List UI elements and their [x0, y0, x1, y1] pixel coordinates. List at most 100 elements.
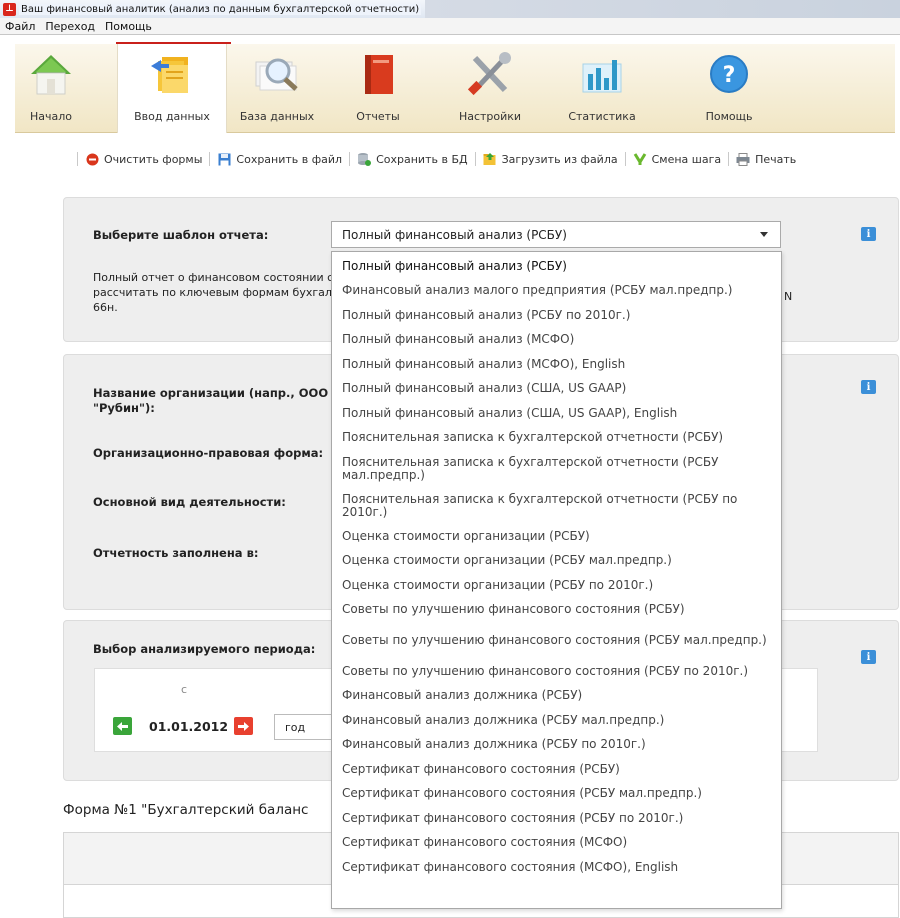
menu-file[interactable]: Файл: [0, 20, 40, 33]
template-label: Выберите шаблон отчета:: [93, 228, 269, 242]
toolbar-separator: [209, 152, 211, 166]
ribbon: Начало Ввод данных База данных Отчеты На…: [15, 44, 895, 133]
tools-icon: [465, 52, 515, 96]
period-from-label: с: [181, 683, 188, 696]
template-description-line3: 66н.: [93, 301, 118, 314]
toolbar-separator: [474, 152, 476, 166]
ribbon-label-reports: Отчеты: [356, 110, 400, 123]
database-save-icon: [357, 152, 372, 166]
template-description-tail: N: [784, 290, 793, 303]
ribbon-label-statistics: Статистика: [568, 110, 636, 123]
filled-in-label: Отчетность заполнена в:: [93, 546, 259, 560]
ribbon-data-entry[interactable]: Ввод данных: [117, 44, 227, 133]
save-file-button[interactable]: Сохранить в файл: [217, 152, 342, 166]
ribbon-label-home: Начало: [29, 110, 72, 123]
period-date: 01.01.2012: [149, 719, 229, 734]
dropdown-option[interactable]: Полный финансовый анализ (США, US GAAP): [332, 377, 781, 402]
ribbon-reports[interactable]: Отчеты: [343, 44, 413, 133]
database-search-icon: [252, 52, 302, 96]
org-info-icon[interactable]: i: [861, 380, 876, 394]
template-select[interactable]: Полный финансовый анализ (РСБУ): [331, 221, 781, 248]
dropdown-option[interactable]: Финансовый анализ должника (РСБУ мал.пре…: [332, 708, 781, 733]
toolbar-separator: [624, 152, 626, 166]
clear-forms-button[interactable]: Очистить формы: [85, 152, 202, 166]
save-db-label: Сохранить в БД: [376, 152, 468, 166]
change-step-label: Смена шага: [651, 152, 722, 166]
ribbon-label-settings: Настройки: [458, 110, 522, 123]
ribbon-label-help: Помощь: [705, 110, 753, 123]
dropdown-option[interactable]: Сертификат финансового состояния (РСБУ п…: [332, 806, 781, 831]
period-prev-button[interactable]: [113, 717, 132, 735]
print-label: Печать: [755, 152, 797, 166]
dropdown-option[interactable]: Полный финансовый анализ (РСБУ): [332, 254, 781, 279]
period-step-value: год: [285, 721, 306, 734]
toolbar-separator: [77, 152, 78, 166]
dropdown-option[interactable]: Сертификат финансового состояния (РСБУ м…: [332, 782, 781, 807]
home-icon: [26, 52, 76, 96]
template-info-icon[interactable]: i: [861, 227, 876, 241]
template-select-value: Полный финансовый анализ (РСБУ): [342, 228, 567, 242]
printer-icon: [736, 152, 750, 166]
dropdown-option[interactable]: Советы по улучшению финансового состояни…: [332, 659, 781, 684]
template-description-line2: рассчитать по ключевым формам бухгал: [93, 286, 332, 299]
period-info-icon[interactable]: i: [861, 650, 876, 664]
statistics-icon: [577, 52, 627, 96]
dropdown-option[interactable]: Советы по улучшению финансового состояни…: [332, 622, 781, 659]
dropdown-option[interactable]: Полный финансовый анализ (США, US GAAP),…: [332, 401, 781, 426]
dropdown-option[interactable]: Финансовый анализ малого предприятия (РС…: [332, 279, 781, 304]
balance-form-title: Форма №1 "Бухгалтерский баланс: [63, 802, 309, 818]
dropdown-option[interactable]: Пояснительная записка к бухгалтерской от…: [332, 450, 781, 487]
dropdown-option[interactable]: Пояснительная записка к бухгалтерской от…: [332, 426, 781, 451]
period-label: Выбор анализируемого периода:: [93, 642, 316, 656]
step-icon: [633, 152, 647, 166]
ribbon-help[interactable]: ? Помощь: [679, 44, 779, 133]
window-titlebar: ⊥ Ваш финансовый аналитик (анализ по дан…: [0, 0, 900, 18]
ribbon-label-database: База данных: [239, 110, 315, 123]
period-next-button[interactable]: [234, 717, 253, 735]
print-button[interactable]: Печать: [736, 152, 796, 166]
dropdown-option[interactable]: Оценка стоимости организации (РСБУ): [332, 524, 781, 549]
dropdown-option[interactable]: Советы по улучшению финансового состояни…: [332, 598, 781, 623]
toolbar-separator: [349, 152, 351, 166]
dropdown-option[interactable]: Сертификат финансового состояния (РСБУ): [332, 757, 781, 782]
svg-text:?: ?: [723, 63, 736, 88]
ribbon-settings[interactable]: Настройки: [443, 44, 537, 133]
dropdown-option[interactable]: Сертификат финансового состояния (МСФО),…: [332, 855, 781, 880]
toolbar: Очистить формы Сохранить в файл Сохранит…: [70, 148, 796, 170]
change-step-button[interactable]: Смена шага: [633, 152, 722, 166]
org-name-label-line1: Название организации (напр., ООО: [93, 386, 329, 400]
folder-open-icon: [483, 152, 497, 166]
ribbon-label-data-entry: Ввод данных: [134, 110, 210, 123]
dropdown-option[interactable]: Пояснительная записка к бухгалтерской от…: [332, 487, 781, 524]
data-entry-icon: [147, 52, 197, 96]
dropdown-option[interactable]: Сертификат финансового состояния (МСФО): [332, 831, 781, 856]
org-name-label-line2: "Рубин"):: [93, 401, 155, 415]
period-step-select[interactable]: год: [274, 714, 334, 740]
clear-forms-label: Очистить формы: [104, 152, 203, 166]
ribbon-home[interactable]: Начало: [15, 44, 87, 133]
dropdown-option[interactable]: Финансовый анализ должника (РСБУ по 2010…: [332, 733, 781, 758]
dropdown-option[interactable]: Полный финансовый анализ (РСБУ по 2010г.…: [332, 303, 781, 328]
legal-form-label: Организационно-правовая форма:: [93, 446, 324, 460]
arrow-left-icon: [117, 721, 128, 731]
window-title: Ваш финансовый аналитик (анализ по данны…: [19, 3, 422, 15]
ribbon-database[interactable]: База данных: [229, 44, 325, 133]
dropdown-option[interactable]: Оценка стоимости организации (РСБУ по 20…: [332, 573, 781, 598]
dropdown-option[interactable]: Оценка стоимости организации (РСБУ мал.п…: [332, 549, 781, 574]
chevron-down-icon[interactable]: [760, 232, 768, 237]
report-book-icon: [353, 52, 403, 96]
menu-bar: Файл Переход Помощь: [0, 18, 900, 35]
ribbon-statistics[interactable]: Статистика: [555, 44, 649, 133]
load-file-button[interactable]: Загрузить из файла: [483, 152, 618, 166]
clear-icon: [85, 152, 99, 166]
dropdown-option[interactable]: Полный финансовый анализ (МСФО), English: [332, 352, 781, 377]
save-db-button[interactable]: Сохранить в БД: [357, 152, 468, 166]
template-description-line1: Полный отчет о финансовом состоянии с: [93, 271, 334, 284]
dropdown-option[interactable]: Финансовый анализ должника (РСБУ): [332, 684, 781, 709]
menu-help[interactable]: Помощь: [100, 20, 157, 33]
dropdown-option[interactable]: Полный финансовый анализ (МСФО): [332, 328, 781, 353]
template-dropdown-list: Полный финансовый анализ (РСБУ) Финансов…: [331, 251, 782, 909]
floppy-icon: [217, 152, 231, 166]
activity-label: Основной вид деятельности:: [93, 495, 286, 509]
menu-navigate[interactable]: Переход: [40, 20, 100, 33]
